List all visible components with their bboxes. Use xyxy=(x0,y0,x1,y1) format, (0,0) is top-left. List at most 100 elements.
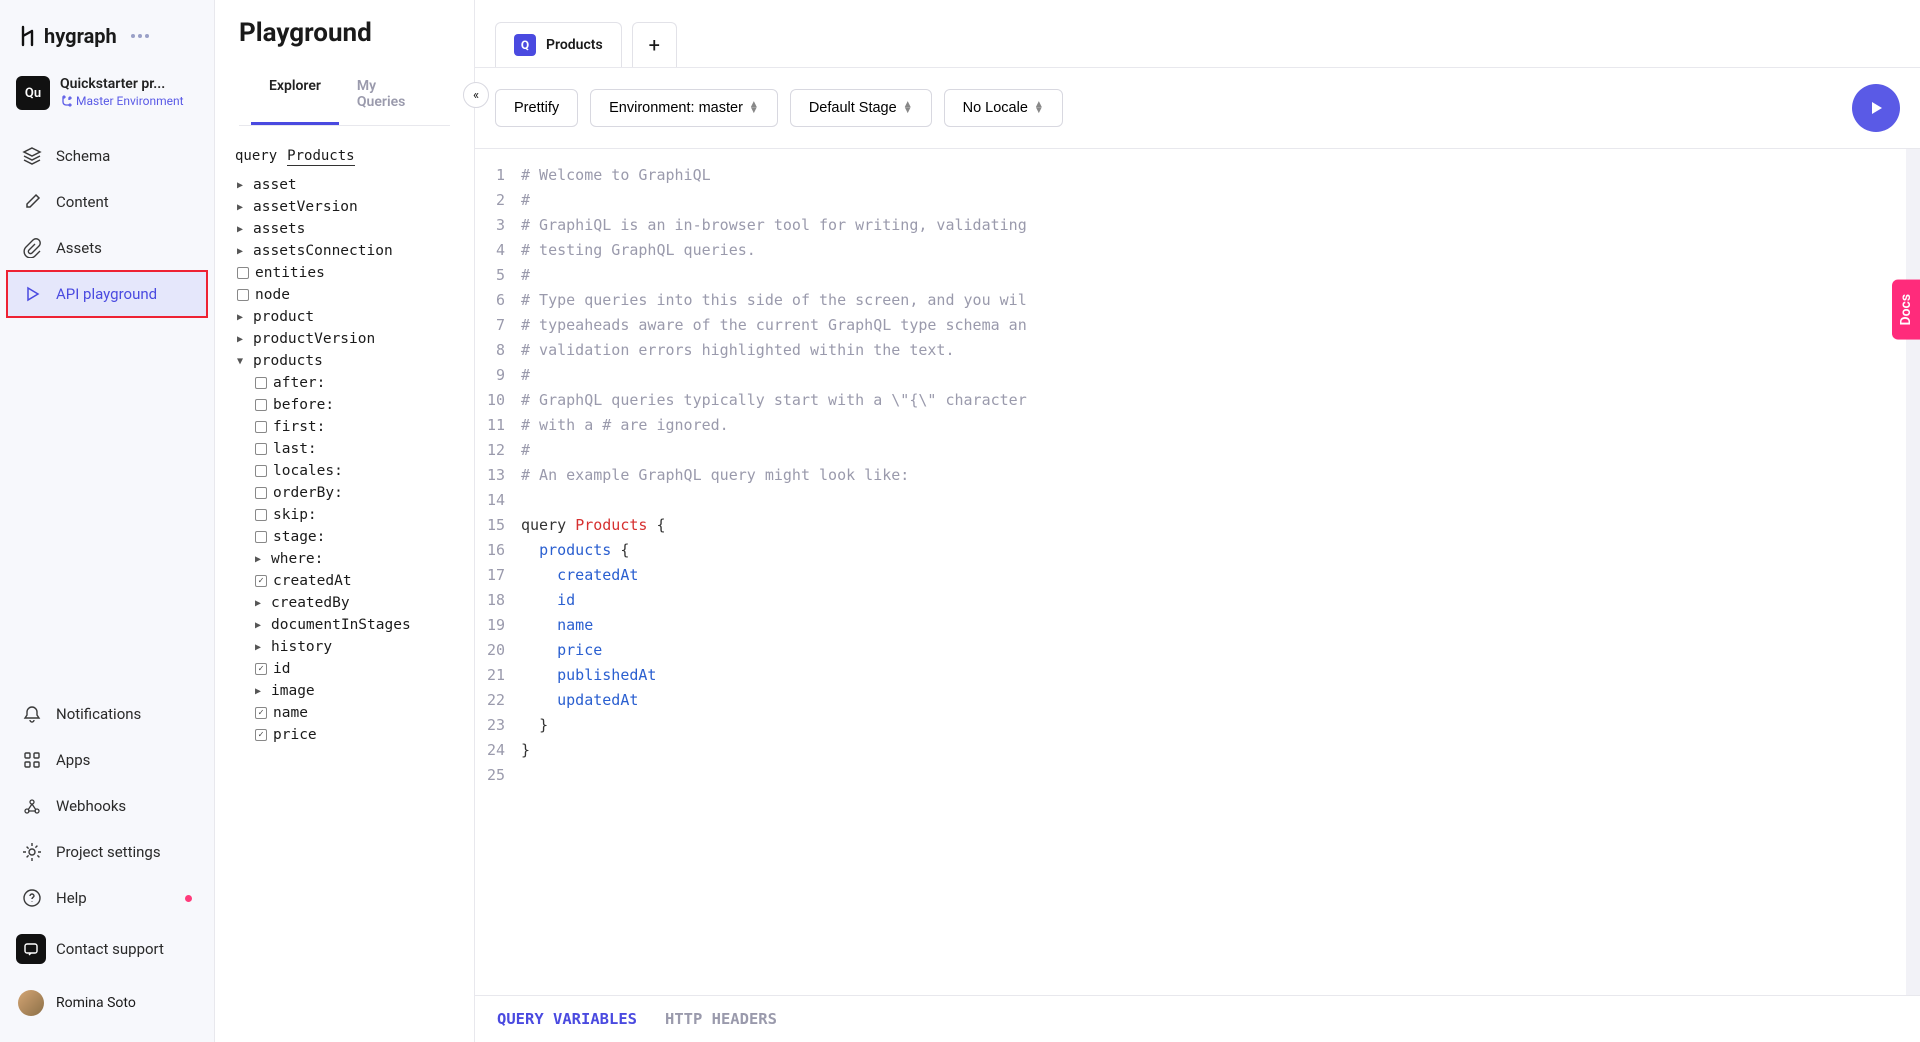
sidebar: hygraph Qu Quickstarter pr... Master Env… xyxy=(0,0,215,1042)
tree-item[interactable]: node xyxy=(233,284,464,306)
tree-item[interactable]: id xyxy=(251,658,464,680)
tree-item[interactable]: first: xyxy=(251,416,464,438)
code-area[interactable]: # Welcome to GraphiQL## GraphiQL is an i… xyxy=(515,149,1906,995)
tree-item[interactable]: ▶assetVersion xyxy=(233,196,464,218)
tab-my-queries[interactable]: My Queries xyxy=(339,66,438,125)
user-menu[interactable]: Romina Soto xyxy=(0,980,214,1026)
nav-contact-support[interactable]: Contact support xyxy=(8,922,206,976)
paperclip-icon xyxy=(22,238,42,258)
query-tab-label: Products xyxy=(546,37,603,53)
tree-item[interactable]: last: xyxy=(251,438,464,460)
code-editor[interactable]: 1234567891011121314151617181920212223242… xyxy=(475,149,1920,995)
brand-name: hygraph xyxy=(44,24,117,48)
tree-item[interactable]: ▶history xyxy=(251,636,464,658)
tree-item[interactable]: ▼products xyxy=(233,350,464,372)
tree-item[interactable]: ▶ assets xyxy=(233,218,464,240)
hygraph-logo-icon xyxy=(20,25,38,47)
tree-item[interactable]: after: xyxy=(251,372,464,394)
checkbox-icon xyxy=(255,443,267,455)
project-environment: Master Environment xyxy=(60,94,184,108)
locale-select[interactable]: No Locale▲▼ xyxy=(944,89,1063,127)
tree-item[interactable]: ▶ productVersion xyxy=(233,328,464,350)
nav-notifications[interactable]: Notifications xyxy=(8,692,206,736)
prettify-button[interactable]: Prettify xyxy=(495,89,578,127)
disclosure-triangle-icon: ▶ xyxy=(237,312,247,323)
tree-item-label: stage: xyxy=(273,529,325,545)
collapse-explorer-button[interactable]: « xyxy=(463,82,489,108)
play-fill-icon xyxy=(1867,99,1885,117)
tree-item[interactable]: ▶assetsConnection xyxy=(233,240,464,262)
nav-label: Contact support xyxy=(56,940,164,958)
brand[interactable]: hygraph xyxy=(0,16,214,68)
nav-api-playground[interactable]: API playground xyxy=(8,272,206,316)
nav-project-settings[interactable]: Project settings xyxy=(8,830,206,874)
tree-item[interactable]: stage: xyxy=(251,526,464,548)
tree-item-label: before: xyxy=(273,397,334,413)
tree-item-label: documentInStages xyxy=(271,617,411,633)
project-selector[interactable]: Qu Quickstarter pr... Master Environment xyxy=(0,68,214,130)
tree-item[interactable]: createdAt xyxy=(251,570,464,592)
tree-item[interactable]: before: xyxy=(251,394,464,416)
query-name-row: query Products xyxy=(215,134,474,172)
checkbox-icon xyxy=(255,509,267,521)
query-name-input[interactable]: Products xyxy=(287,148,354,166)
tree-item[interactable]: name xyxy=(251,702,464,724)
tree-item-label: node xyxy=(255,287,290,303)
more-icon[interactable] xyxy=(131,34,149,38)
query-tabs: Q Products + xyxy=(475,0,1920,68)
tab-query-variables[interactable]: QUERY VARIABLES xyxy=(497,1010,637,1028)
project-badge: Qu xyxy=(16,76,50,110)
tree-item[interactable]: skip: xyxy=(251,504,464,526)
nav-schema[interactable]: Schema xyxy=(8,134,206,178)
nav-assets[interactable]: Assets xyxy=(8,226,206,270)
checkbox-icon xyxy=(255,465,267,477)
tree-item[interactable]: ▶createdBy xyxy=(251,592,464,614)
disclosure-triangle-icon: ▶ xyxy=(237,202,247,213)
tab-http-headers[interactable]: HTTP HEADERS xyxy=(665,1010,777,1028)
tree-item[interactable]: locales: xyxy=(251,460,464,482)
tree-item[interactable]: orderBy: xyxy=(251,482,464,504)
tree-item-label: skip: xyxy=(273,507,317,523)
tree-item[interactable]: price xyxy=(251,724,464,746)
stage-select[interactable]: Default Stage▲▼ xyxy=(790,89,932,127)
disclosure-triangle-icon: ▶ xyxy=(237,334,247,345)
nav-webhooks[interactable]: Webhooks xyxy=(8,784,206,828)
tree-item-label: asset xyxy=(253,177,297,193)
nav-label: Content xyxy=(56,193,109,211)
tree-item-label: after: xyxy=(273,375,325,391)
nav-help[interactable]: Help xyxy=(8,876,206,920)
tree-item-label: productVersion xyxy=(253,331,375,347)
tree-item-label: last: xyxy=(273,441,317,457)
tree-item-label: entities xyxy=(255,265,325,281)
tree-item[interactable]: ▶documentInStages xyxy=(251,614,464,636)
tree-item[interactable]: ▶where: xyxy=(251,548,464,570)
nav-apps[interactable]: Apps xyxy=(8,738,206,782)
add-query-tab[interactable]: + xyxy=(632,22,677,67)
docs-drawer-tab[interactable]: Docs xyxy=(1892,280,1920,340)
toolbar: « Prettify Environment: master▲▼ Default… xyxy=(475,68,1920,149)
query-tab-products[interactable]: Q Products xyxy=(495,22,622,67)
nav-label: Project settings xyxy=(56,843,161,861)
disclosure-triangle-icon: ▶ xyxy=(237,180,247,191)
nav-label: Apps xyxy=(56,751,90,769)
nav-content[interactable]: Content xyxy=(8,180,206,224)
tree-item[interactable]: ▶image xyxy=(251,680,464,702)
sort-icon: ▲▼ xyxy=(749,102,759,114)
tree-item-label: image xyxy=(271,683,315,699)
tree-item-label: orderBy: xyxy=(273,485,343,501)
tree-item[interactable]: ▶ asset xyxy=(233,174,464,196)
bottom-tabs: QUERY VARIABLES HTTP HEADERS xyxy=(475,995,1920,1042)
disclosure-triangle-icon: ▶ xyxy=(255,642,265,653)
environment-select[interactable]: Environment: master▲▼ xyxy=(590,89,778,127)
tree-item-label: price xyxy=(273,727,317,743)
tree-item-label: assetsConnection xyxy=(253,243,393,259)
sort-icon: ▲▼ xyxy=(1034,102,1044,114)
tree-item-label: products xyxy=(253,353,323,369)
run-query-button[interactable] xyxy=(1852,84,1900,132)
tab-explorer[interactable]: Explorer xyxy=(251,66,339,125)
tree-item[interactable]: ▶product xyxy=(233,306,464,328)
user-name: Romina Soto xyxy=(56,995,136,1011)
tree-item[interactable]: entities xyxy=(233,262,464,284)
disclosure-triangle-icon: ▶ xyxy=(237,224,247,235)
tree-item-label: assets xyxy=(253,221,305,237)
